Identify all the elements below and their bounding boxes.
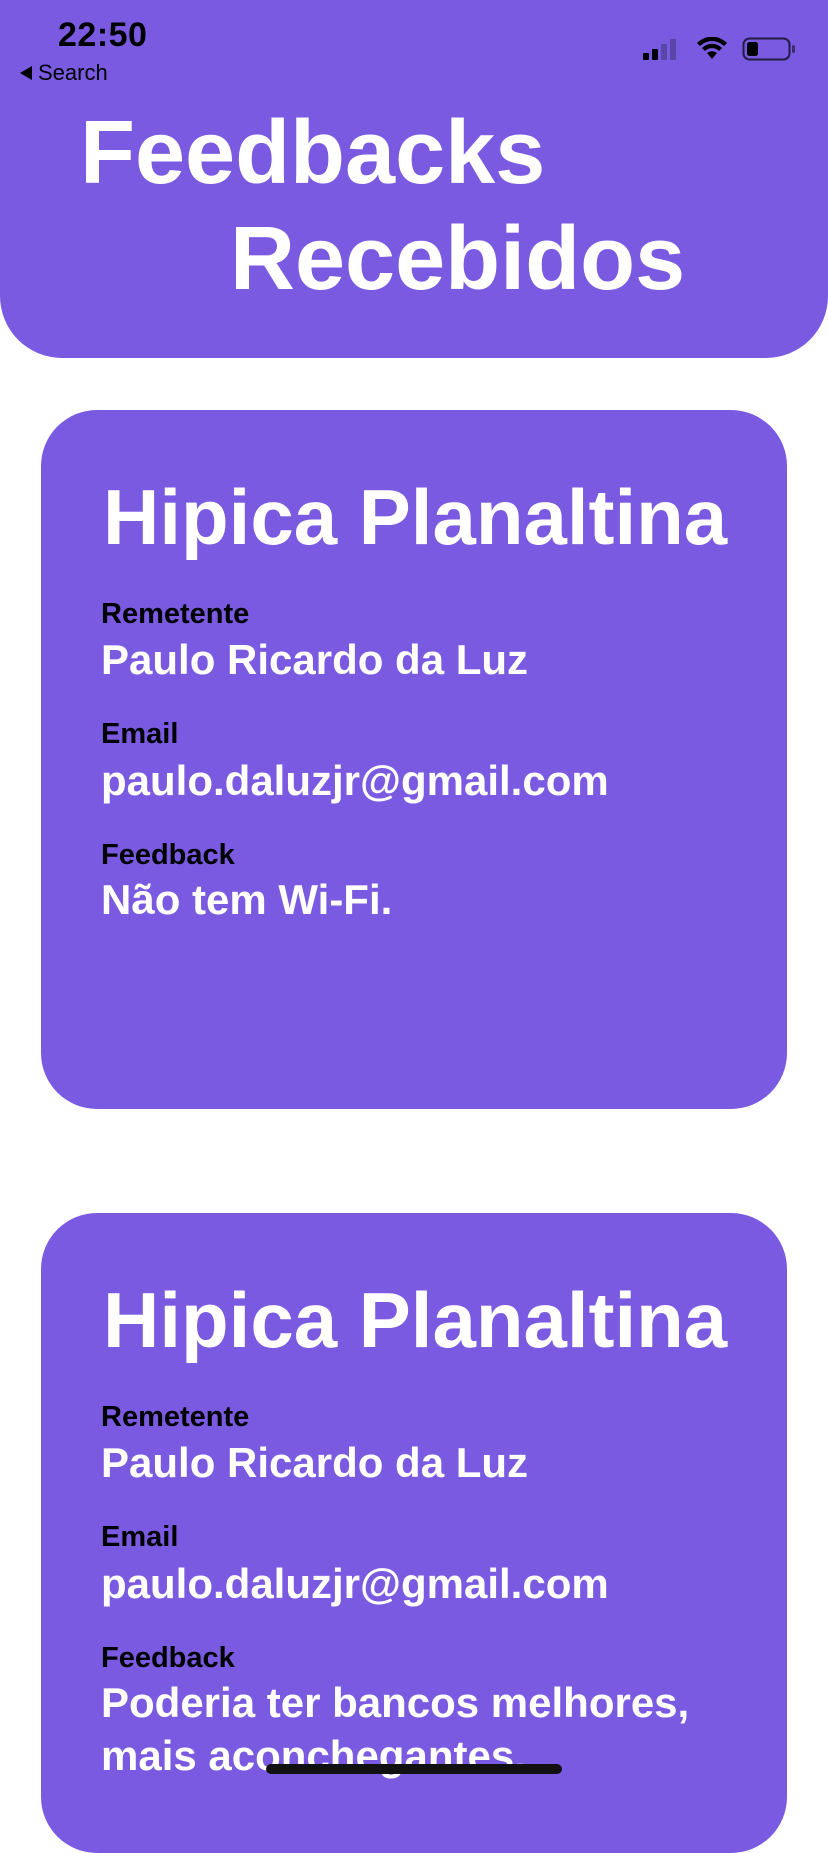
feedback-card[interactable]: Hipica Planaltina Remetente Paulo Ricard…	[41, 410, 787, 1109]
feedback-label: Feedback	[101, 1642, 235, 1674]
feedback-label: Feedback	[101, 839, 235, 871]
back-label: Search	[38, 60, 108, 85]
feedback-text: Não tem Wi-Fi.	[101, 876, 393, 923]
email-label: Email	[101, 718, 179, 750]
wifi-icon	[697, 37, 727, 59]
status-time: 22:50	[58, 16, 148, 54]
page-title-line2: Recebidos	[230, 209, 686, 309]
sender-label: Remetente	[101, 598, 250, 630]
status-icons	[642, 36, 796, 62]
battery-icon	[742, 37, 795, 61]
back-to-search-link[interactable]: Search	[20, 60, 108, 86]
page-title-line1: Feedbacks	[80, 103, 546, 203]
email-value: paulo.daluzjr@gmail.com	[101, 1560, 609, 1607]
back-arrow-icon	[20, 66, 32, 80]
email-value: paulo.daluzjr@gmail.com	[101, 757, 609, 804]
place-name: Hipica Planaltina	[103, 1276, 728, 1364]
sender-value: Paulo Ricardo da Luz	[101, 1439, 529, 1486]
header: 22:50 Search Feedbacks Recebidos	[0, 0, 828, 358]
email-label: Email	[101, 1521, 179, 1553]
sender-label: Remetente	[101, 1401, 250, 1433]
sender-value: Paulo Ricardo da Luz	[101, 636, 529, 683]
place-name: Hipica Planaltina	[103, 473, 728, 561]
feedback-card[interactable]: Hipica Planaltina Remetente Paulo Ricard…	[41, 1213, 787, 1853]
signal-icon	[643, 39, 676, 60]
home-indicator[interactable]	[266, 1764, 562, 1774]
